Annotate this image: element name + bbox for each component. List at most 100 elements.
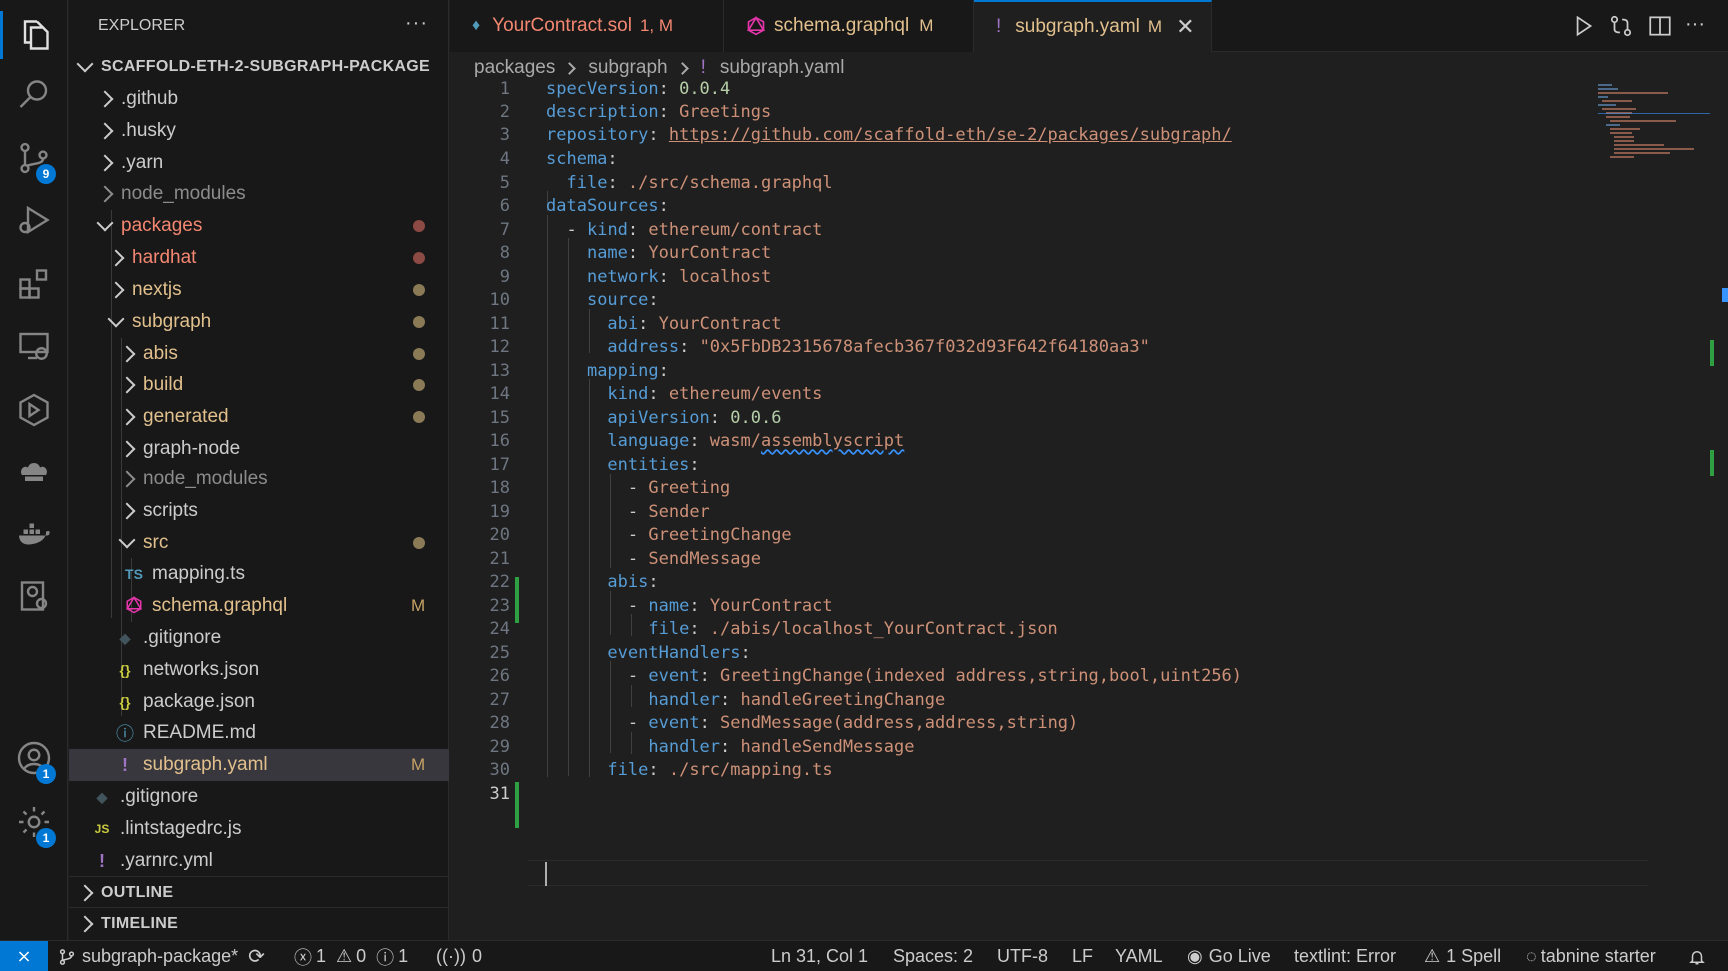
tree-folder-abis[interactable]: abis bbox=[69, 338, 449, 370]
code-editor[interactable]: 1 2 3 4 5 6 7 8 9 10 11 12 13 14 15 16 1… bbox=[450, 79, 1728, 940]
split-editor-icon[interactable] bbox=[1647, 13, 1673, 39]
breadcrumb-item-file[interactable]: subgraph.yaml bbox=[720, 57, 845, 79]
minimap-line bbox=[1598, 88, 1618, 90]
yaml-number: 0.0.6 bbox=[730, 408, 782, 428]
indentation-status[interactable]: Spaces: 2 bbox=[893, 941, 973, 971]
yaml-key: language bbox=[607, 431, 690, 451]
tab-yourcontract-sol[interactable]: ♦ YourContract.sol 1, M bbox=[450, 0, 724, 52]
source-control-icon[interactable]: 9 bbox=[0, 128, 68, 188]
tree-folder-node-modules-sub[interactable]: node_modules bbox=[69, 463, 449, 495]
timeline-section-header[interactable]: TIMELINE bbox=[69, 907, 449, 939]
tab-subgraph-yaml[interactable]: ! subgraph.yaml M ✕ bbox=[974, 0, 1212, 52]
tab-schema-graphql[interactable]: schema.graphql M bbox=[724, 0, 974, 52]
chef-hat-icon[interactable] bbox=[0, 442, 68, 502]
extensions-icon[interactable] bbox=[0, 254, 68, 314]
search-icon[interactable] bbox=[0, 65, 68, 125]
explorer-more-actions-icon[interactable]: ··· bbox=[405, 12, 428, 35]
tree-folder-hardhat[interactable]: hardhat bbox=[69, 242, 449, 274]
explorer-root-folder[interactable]: SCAFFOLD-ETH-2-SUBGRAPH-PACKAGE bbox=[69, 51, 449, 83]
remote-explorer-icon[interactable] bbox=[0, 316, 68, 376]
spelling-error-word[interactable]: assemblyscript bbox=[761, 431, 904, 451]
tree-folder-husky[interactable]: .husky bbox=[69, 115, 449, 147]
yaml-key: entities bbox=[607, 455, 690, 475]
minimap-viewport bbox=[1598, 113, 1710, 114]
compare-changes-icon[interactable] bbox=[1608, 13, 1634, 39]
docker-icon[interactable] bbox=[0, 504, 68, 564]
breadcrumb-item-packages[interactable]: packages bbox=[474, 57, 555, 79]
tree-folder-github[interactable]: .github bbox=[69, 83, 449, 115]
remote-tools-icon[interactable] bbox=[0, 566, 68, 626]
accounts-icon[interactable]: 1 bbox=[0, 728, 68, 788]
tree-folder-yarn[interactable]: .yarn bbox=[69, 147, 449, 179]
tree-file-mapping-ts[interactable]: TS mapping.ts bbox=[69, 558, 449, 590]
tree-file-subgraph-yaml[interactable]: ! subgraph.yaml M bbox=[69, 749, 449, 781]
tree-file-gitignore[interactable]: ◆ .gitignore bbox=[69, 781, 449, 813]
language-mode[interactable]: YAML bbox=[1115, 941, 1163, 971]
run-debug-icon[interactable] bbox=[0, 190, 68, 250]
tree-folder-node-modules[interactable]: node_modules bbox=[69, 178, 449, 210]
tree-file-networks-json[interactable]: {} networks.json bbox=[69, 654, 449, 686]
tabnine-status[interactable]: ◌ tabnine starter bbox=[1526, 941, 1656, 971]
outline-section-header[interactable]: OUTLINE bbox=[69, 876, 449, 908]
minimap[interactable] bbox=[1598, 84, 1710, 164]
close-icon[interactable]: ✕ bbox=[1176, 14, 1194, 40]
yaml-file-icon: ! bbox=[996, 16, 1002, 37]
yaml-colon: : bbox=[689, 431, 710, 451]
spell-status[interactable]: ⚠ 1 Spell bbox=[1424, 941, 1501, 971]
explorer-title: EXPLORER bbox=[98, 17, 186, 34]
notifications-bell-icon[interactable] bbox=[1688, 941, 1706, 971]
line-number: 4 bbox=[499, 149, 510, 169]
tree-label: .gitignore bbox=[143, 627, 222, 648]
sync-icon[interactable]: ⟳ bbox=[248, 944, 265, 969]
code-line: entities: bbox=[546, 455, 699, 475]
problems-status[interactable]: ⓧ 1 ⚠ 0 ⓘ 1 bbox=[294, 941, 408, 971]
tree-file-readme[interactable]: ⓘ README.md bbox=[69, 717, 449, 749]
minimap-line bbox=[1602, 100, 1632, 102]
status-bar: ⨯ subgraph-package* ⟳ ⓧ 1 ⚠ 0 ⓘ 1 ((·)) … bbox=[0, 940, 1728, 971]
tree-file-yarnrc[interactable]: ! .yarnrc.yml bbox=[69, 845, 449, 877]
yaml-colon: : bbox=[638, 314, 659, 334]
go-live-label: Go Live bbox=[1208, 946, 1271, 966]
tree-folder-generated[interactable]: generated bbox=[69, 401, 449, 433]
tree-file-schema-graphql[interactable]: schema.graphql M bbox=[69, 590, 449, 622]
tree-folder-build[interactable]: build bbox=[69, 369, 449, 401]
tree-folder-nextjs[interactable]: nextjs bbox=[69, 274, 449, 306]
textlint-status[interactable]: textlint: Error bbox=[1294, 941, 1396, 971]
go-live-button[interactable]: ◉ Go Live bbox=[1187, 941, 1271, 971]
minimap-line bbox=[1614, 148, 1694, 150]
more-actions-icon[interactable]: ··· bbox=[1685, 13, 1711, 39]
encoding-status[interactable]: UTF-8 bbox=[997, 941, 1048, 971]
yaml-key: file bbox=[648, 619, 690, 639]
tree-file-lintstagedrc[interactable]: JS .lintstagedrc.js bbox=[69, 813, 449, 845]
yaml-dash: - bbox=[566, 220, 587, 240]
modified-dot bbox=[413, 284, 425, 296]
yaml-file-icon: ! bbox=[122, 754, 128, 775]
branch-status[interactable]: subgraph-package* ⟳ bbox=[58, 941, 265, 971]
testing-icon[interactable] bbox=[0, 380, 68, 440]
yaml-key: abi bbox=[607, 314, 639, 334]
cursor-position[interactable]: Ln 31, Col 1 bbox=[771, 941, 868, 971]
tree-folder-src[interactable]: src bbox=[69, 527, 449, 559]
yaml-key: kind bbox=[607, 384, 649, 404]
repository-link[interactable]: https://github.com/scaffold-eth/se-2/pac… bbox=[669, 125, 1232, 145]
settings-gear-icon[interactable]: 1 bbox=[0, 792, 68, 852]
run-icon[interactable] bbox=[1570, 13, 1596, 39]
tree-folder-subgraph[interactable]: subgraph bbox=[69, 306, 449, 338]
tree-folder-packages[interactable]: packages bbox=[69, 210, 449, 242]
code-line: schema: bbox=[546, 149, 618, 169]
remote-indicator-icon[interactable]: ⨯ bbox=[0, 940, 48, 971]
tree-file-gitignore-sub[interactable]: ◆ .gitignore bbox=[69, 622, 449, 654]
tree-folder-scripts[interactable]: scripts bbox=[69, 495, 449, 527]
explorer-icon[interactable] bbox=[0, 5, 68, 65]
yaml-file-icon: ! bbox=[700, 57, 706, 78]
scrollbar-marker[interactable] bbox=[1722, 288, 1728, 302]
code-line: file: ./abis/localhost_YourContract.json bbox=[546, 619, 1057, 639]
yaml-value: Greetings bbox=[679, 102, 772, 122]
tree-file-package-json[interactable]: {} package.json bbox=[69, 686, 449, 718]
ports-status[interactable]: ((·)) 0 bbox=[436, 941, 482, 971]
eol-status[interactable]: LF bbox=[1072, 941, 1093, 971]
breadcrumb-item-subgraph[interactable]: subgraph bbox=[588, 57, 667, 79]
yaml-value: localhost bbox=[679, 267, 772, 287]
tree-folder-graph-node[interactable]: graph-node bbox=[69, 433, 449, 465]
scrollbar-git-marker bbox=[1710, 450, 1714, 476]
